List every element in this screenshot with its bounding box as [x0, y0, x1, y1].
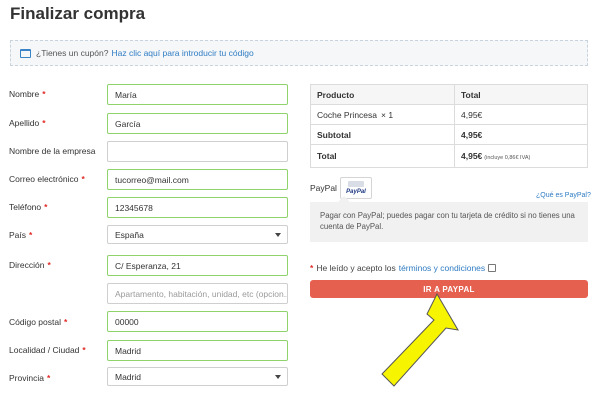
payment-description: Pagar con PayPal; puedes pagar con tu ta…: [310, 196, 588, 242]
telefono-field[interactable]: 12345678: [107, 197, 288, 218]
terms-row: * He leído y acepto los términos y condi…: [310, 263, 497, 273]
product-price: 4,95€: [454, 104, 588, 125]
window-icon: [20, 48, 31, 58]
product-cell: Coche Princesa × 1: [310, 104, 455, 125]
what-is-paypal-link[interactable]: ¿Qué es PayPal?: [536, 192, 591, 199]
chevron-down-icon: [275, 374, 281, 379]
coupon-notice: ¿Tienes un cupón? Haz clic aquí para int…: [10, 40, 588, 66]
pais-select[interactable]: España: [107, 225, 288, 244]
terms-link[interactable]: términos y condiciones: [399, 263, 485, 273]
telefono-label: Teléfono *: [9, 202, 48, 212]
provincia-label: Provincia *: [9, 373, 51, 383]
terms-checkbox[interactable]: [488, 264, 497, 272]
product-header: Producto: [310, 84, 455, 105]
provincia-select[interactable]: Madrid: [107, 367, 288, 386]
nombre-label: Nombre *: [9, 89, 46, 99]
table-row: Subtotal 4,95€: [310, 124, 588, 145]
empresa-field[interactable]: [107, 141, 288, 162]
direccion-field[interactable]: C/ Esperanza, 21: [107, 255, 288, 276]
cp-field[interactable]: 00000: [107, 311, 288, 332]
order-summary-table: Producto Total Coche Princesa × 1 4,95€ S…: [310, 84, 588, 168]
page-title: Finalizar compra: [10, 4, 146, 23]
apellido-field[interactable]: García: [107, 113, 288, 134]
localidad-label: Localidad / Ciudad *: [9, 345, 86, 355]
credit-card-icon: [348, 181, 364, 187]
email-field[interactable]: tucorreo@mail.com: [107, 169, 288, 190]
localidad-field[interactable]: Madrid: [107, 340, 288, 361]
pais-label: País *: [9, 230, 33, 240]
table-row: Coche Princesa × 1 4,95€: [310, 104, 588, 125]
arrow-annotation-icon: [381, 292, 459, 387]
coupon-question: ¿Tienes un cupón?: [36, 48, 109, 58]
email-label: Correo electrónico *: [9, 174, 85, 184]
nombre-field[interactable]: María: [107, 84, 288, 105]
table-header-row: Producto Total: [310, 84, 588, 105]
cp-label: Código postal *: [9, 317, 68, 327]
apellido-label: Apellido *: [9, 118, 46, 128]
subtotal-label: Subtotal: [310, 124, 455, 145]
terms-text: He leído y acepto los: [316, 263, 396, 273]
direccion-label: Dirección *: [9, 260, 51, 270]
total-header: Total: [454, 84, 588, 105]
total-cell: 4,95€ (incluye 0,86€ IVA): [454, 144, 588, 168]
empresa-label: Nombre de la empresa: [9, 146, 96, 156]
chevron-down-icon: [275, 232, 281, 237]
subtotal-value: 4,95€: [454, 124, 588, 145]
coupon-link[interactable]: Haz clic aquí para introducir tu código: [111, 48, 253, 58]
total-label: Total: [310, 144, 455, 168]
direccion-line2-field[interactable]: Apartamento, habitación, unidad, etc (op…: [107, 283, 288, 304]
payment-method-label[interactable]: PayPal: [310, 183, 337, 193]
table-row: Total 4,95€ (incluye 0,86€ IVA): [310, 144, 588, 168]
